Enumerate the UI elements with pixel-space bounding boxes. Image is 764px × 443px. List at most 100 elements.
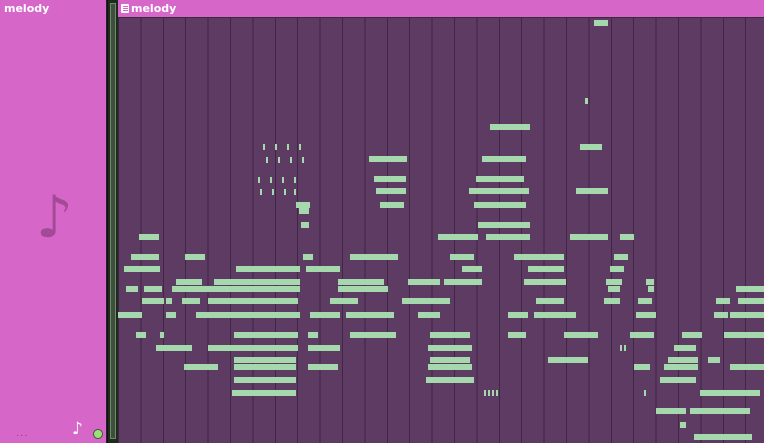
- midi-note[interactable]: [514, 254, 564, 260]
- midi-note[interactable]: [275, 144, 277, 150]
- midi-note[interactable]: [338, 279, 384, 285]
- midi-note[interactable]: [176, 279, 202, 285]
- midi-note[interactable]: [302, 157, 304, 163]
- midi-note[interactable]: [270, 177, 272, 183]
- midi-note[interactable]: [428, 364, 472, 370]
- midi-note[interactable]: [674, 345, 696, 351]
- midi-note[interactable]: [266, 157, 268, 163]
- midi-note[interactable]: [258, 177, 260, 183]
- midi-note[interactable]: [620, 345, 622, 351]
- midi-note[interactable]: [690, 408, 750, 414]
- midi-note[interactable]: [486, 234, 530, 240]
- scrollbar-thumb[interactable]: [110, 3, 116, 439]
- midi-note[interactable]: [594, 20, 608, 26]
- midi-note[interactable]: [234, 364, 296, 370]
- midi-note[interactable]: [338, 286, 388, 292]
- midi-note[interactable]: [380, 202, 404, 208]
- midi-note[interactable]: [284, 189, 286, 195]
- midi-note[interactable]: [294, 177, 296, 183]
- midi-note[interactable]: [234, 332, 298, 338]
- midi-note[interactable]: [184, 364, 218, 370]
- midi-note[interactable]: [214, 279, 300, 285]
- list-icon[interactable]: [121, 4, 129, 13]
- midi-note[interactable]: [484, 390, 486, 396]
- vertical-scrollbar[interactable]: [107, 0, 118, 443]
- midi-note[interactable]: [576, 188, 608, 194]
- midi-note[interactable]: [118, 312, 142, 318]
- midi-note[interactable]: [564, 332, 598, 338]
- midi-note[interactable]: [294, 189, 296, 195]
- midi-note[interactable]: [462, 266, 482, 272]
- midi-note[interactable]: [303, 254, 313, 260]
- note-mode-icon[interactable]: ♪: [72, 421, 83, 438]
- midi-note[interactable]: [476, 176, 524, 182]
- midi-note[interactable]: [374, 176, 406, 182]
- midi-note[interactable]: [263, 144, 265, 150]
- midi-note[interactable]: [624, 345, 626, 351]
- midi-note[interactable]: [428, 345, 472, 351]
- midi-note[interactable]: [450, 254, 474, 260]
- midi-note[interactable]: [580, 144, 602, 150]
- midi-note[interactable]: [714, 312, 728, 318]
- midi-note[interactable]: [287, 144, 289, 150]
- midi-note[interactable]: [160, 332, 164, 338]
- midi-note[interactable]: [350, 332, 396, 338]
- midi-note[interactable]: [166, 298, 172, 304]
- midi-note[interactable]: [738, 298, 764, 304]
- midi-note[interactable]: [682, 332, 702, 338]
- midi-note[interactable]: [330, 298, 358, 304]
- midi-note[interactable]: [278, 157, 280, 163]
- midi-note[interactable]: [656, 408, 686, 414]
- midi-note[interactable]: [496, 390, 498, 396]
- midi-note[interactable]: [534, 312, 576, 318]
- midi-note[interactable]: [220, 286, 300, 292]
- midi-note[interactable]: [426, 377, 474, 383]
- midi-note[interactable]: [234, 377, 296, 383]
- midi-note[interactable]: [648, 286, 654, 292]
- midi-note[interactable]: [208, 345, 298, 351]
- midi-note[interactable]: [508, 332, 526, 338]
- midi-note[interactable]: [290, 157, 292, 163]
- midi-note[interactable]: [282, 177, 284, 183]
- midi-note[interactable]: [233, 390, 251, 396]
- midi-note[interactable]: [430, 357, 470, 363]
- midi-note[interactable]: [614, 254, 628, 260]
- midi-note[interactable]: [166, 312, 176, 318]
- midi-note[interactable]: [310, 312, 340, 318]
- midi-note[interactable]: [301, 222, 309, 228]
- midi-note[interactable]: [482, 156, 526, 162]
- midi-note[interactable]: [142, 298, 164, 304]
- midi-note[interactable]: [700, 390, 760, 396]
- midi-note[interactable]: [736, 286, 764, 292]
- midi-note[interactable]: [490, 124, 530, 130]
- midi-note[interactable]: [308, 332, 318, 338]
- midi-note[interactable]: [668, 357, 698, 363]
- midi-note[interactable]: [620, 234, 634, 240]
- midi-note[interactable]: [299, 208, 309, 214]
- midi-note[interactable]: [208, 298, 298, 304]
- midi-note[interactable]: [402, 298, 450, 304]
- midi-note[interactable]: [730, 364, 764, 370]
- midi-note[interactable]: [536, 298, 564, 304]
- midi-note[interactable]: [492, 390, 494, 396]
- midi-note[interactable]: [369, 156, 407, 162]
- midi-note[interactable]: [570, 234, 608, 240]
- midi-note[interactable]: [478, 222, 530, 228]
- midi-note[interactable]: [548, 357, 588, 363]
- midi-note[interactable]: [418, 312, 440, 318]
- midi-note[interactable]: [604, 298, 620, 304]
- midi-note[interactable]: [469, 188, 529, 194]
- midi-note[interactable]: [630, 332, 654, 338]
- midi-note[interactable]: [234, 357, 296, 363]
- midi-note[interactable]: [488, 390, 490, 396]
- midi-note[interactable]: [610, 266, 624, 272]
- midi-note[interactable]: [634, 364, 650, 370]
- midi-note[interactable]: [438, 234, 478, 240]
- midi-note[interactable]: [646, 279, 654, 285]
- midi-note[interactable]: [636, 312, 656, 318]
- midi-note[interactable]: [524, 279, 566, 285]
- midi-note[interactable]: [144, 286, 162, 292]
- track-panel[interactable]: melody ♪ ... ♪: [0, 0, 107, 443]
- midi-note[interactable]: [474, 202, 526, 208]
- midi-note[interactable]: [444, 279, 482, 285]
